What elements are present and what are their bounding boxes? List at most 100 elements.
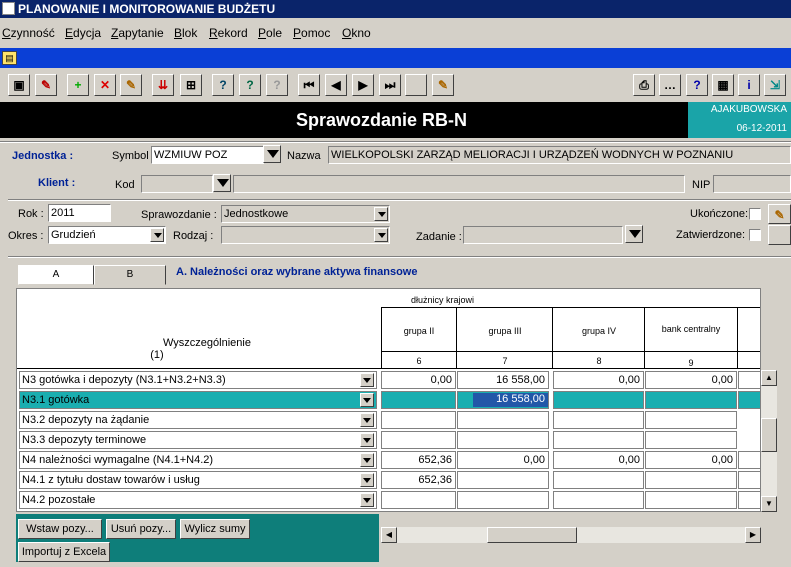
table-cell[interactable]: 0,00 [381, 371, 456, 389]
table-cell[interactable] [738, 371, 760, 389]
row-dropdown[interactable] [360, 493, 374, 507]
table-cell[interactable]: 0,00 [553, 451, 644, 469]
symbol-dropdown[interactable] [263, 145, 281, 163]
row-label[interactable]: N4.2 pozostałe [19, 491, 377, 509]
table-cell[interactable] [457, 431, 549, 449]
info-icon[interactable]: i [738, 74, 760, 96]
notes-icon[interactable]: ✎ [432, 74, 454, 96]
table-cell[interactable] [553, 411, 644, 429]
rok-field[interactable]: 2011 [48, 204, 111, 222]
exit-icon[interactable]: ⇲ [764, 74, 786, 96]
rodzaj-dropdown[interactable] [374, 228, 388, 242]
add-icon[interactable]: + [67, 74, 89, 96]
menu-okno[interactable]: Okno [342, 26, 371, 40]
table-cell[interactable]: 652,36 [381, 471, 456, 489]
menu-blok[interactable]: Blok [174, 26, 197, 40]
table-cell[interactable] [381, 491, 456, 509]
menu-rekord[interactable]: Rekord [209, 26, 248, 40]
help-icon[interactable]: ? [686, 74, 708, 96]
table-cell[interactable] [553, 391, 644, 409]
wylicz-sumy-button[interactable]: Wylicz sumy [180, 519, 250, 539]
row-label[interactable]: N3.1 gotówka [19, 391, 377, 409]
table-cell[interactable] [381, 391, 456, 409]
table-cell[interactable] [457, 411, 549, 429]
okres-dropdown[interactable] [150, 228, 164, 242]
notes-icon[interactable]: ✎ [768, 204, 791, 224]
tab-b[interactable]: B [94, 265, 166, 285]
blank-icon[interactable] [405, 74, 427, 96]
insert-row-icon[interactable]: ⇊ [152, 74, 174, 96]
last-record-icon[interactable]: ⏭ [379, 74, 401, 96]
table-cell[interactable]: 16 558,00 [457, 371, 549, 389]
table-cell[interactable] [645, 471, 737, 489]
table-cell[interactable] [645, 431, 737, 449]
sprawozdanie-dropdown[interactable] [374, 207, 388, 221]
menu-pole[interactable]: Pole [258, 26, 282, 40]
table-cell[interactable]: 0,00 [553, 371, 644, 389]
row-label[interactable]: N4 należności wymagalne (N4.1+N4.2) [19, 451, 377, 469]
table-cell[interactable] [553, 471, 644, 489]
table-cell[interactable] [457, 471, 549, 489]
row-label[interactable]: N4.1 z tytułu dostaw towarów i usług [19, 471, 377, 489]
prev-record-icon[interactable]: ◀ [325, 74, 347, 96]
calculator-icon[interactable]: ▦ [712, 74, 734, 96]
table-cell[interactable] [553, 431, 644, 449]
menu-edycja[interactable]: Edycja [65, 26, 101, 40]
sprawozdanie-field[interactable]: Jednostkowe [221, 205, 390, 223]
scroll-up-icon[interactable]: ▲ [761, 370, 777, 386]
table-cell[interactable] [738, 491, 760, 509]
scroll-thumb[interactable] [761, 418, 777, 452]
duplicate-icon[interactable]: ⊞ [180, 74, 202, 96]
zatwierdzone-checkbox[interactable] [749, 229, 761, 241]
print-icon[interactable]: ⎙ [633, 74, 655, 96]
table-cell[interactable] [645, 491, 737, 509]
horizontal-scrollbar[interactable]: ◀ ▶ [381, 527, 761, 543]
table-cell[interactable]: 0,00 [457, 451, 549, 469]
symbol-field[interactable]: WZMIUW POZ [151, 146, 264, 164]
row-dropdown[interactable] [360, 453, 374, 467]
rodzaj-field[interactable] [221, 226, 390, 244]
table-cell[interactable] [738, 391, 760, 409]
kod-dropdown[interactable] [213, 174, 231, 192]
klient-name-field[interactable] [233, 175, 685, 193]
blank-button[interactable] [768, 225, 791, 245]
table-cell[interactable]: 16 558,00 [473, 393, 548, 407]
okres-field[interactable]: Grudzień [48, 226, 166, 244]
first-record-icon[interactable]: ⏮ [298, 74, 320, 96]
clear-icon[interactable]: ✎ [120, 74, 142, 96]
row-dropdown[interactable] [360, 393, 374, 407]
table-cell[interactable] [381, 411, 456, 429]
table-cell[interactable] [738, 471, 760, 489]
zadanie-field[interactable] [463, 226, 623, 244]
next-record-icon[interactable]: ▶ [352, 74, 374, 96]
table-cell[interactable] [645, 391, 737, 409]
search-icon[interactable]: ? [239, 74, 261, 96]
row-label[interactable]: N3.2 depozyty na żądanie [19, 411, 377, 429]
usun-pozycje-button[interactable]: Usuń pozy... [106, 519, 176, 539]
row-label[interactable]: N3 gotówka i depozyty (N3.1+N3.2+N3.3) [19, 371, 377, 389]
refresh-icon[interactable]: ? [266, 74, 288, 96]
ukonczone-checkbox[interactable] [749, 208, 761, 220]
importuj-z-excela-button[interactable]: Importuj z Excela [18, 542, 110, 562]
dots-icon[interactable]: … [659, 74, 681, 96]
table-cell[interactable] [645, 411, 737, 429]
wstaw-pozycje-button[interactable]: Wstaw pozy... [18, 519, 102, 539]
nazwa-field[interactable]: WIELKOPOLSKI ZARZĄD MELIORACJI I URZĄDZE… [328, 146, 791, 164]
menu-pomoc[interactable]: Pomoc [293, 26, 330, 40]
table-cell[interactable] [738, 451, 760, 469]
delete-icon[interactable]: ✕ [94, 74, 116, 96]
query-icon[interactable]: ? [212, 74, 234, 96]
scroll-down-icon[interactable]: ▼ [761, 496, 777, 512]
row-dropdown[interactable] [360, 373, 374, 387]
row-dropdown[interactable] [360, 433, 374, 447]
tab-a[interactable]: A [18, 265, 94, 285]
nip-field[interactable] [713, 175, 791, 193]
scroll-right-icon[interactable]: ▶ [745, 527, 761, 543]
edit-icon[interactable]: ✎ [35, 74, 57, 96]
menu-czynnosc[interactable]: Czynność [2, 26, 55, 40]
row-dropdown[interactable] [360, 413, 374, 427]
zadanie-dropdown[interactable] [625, 225, 643, 243]
table-cell[interactable]: 652,36 [381, 451, 456, 469]
scroll-thumb[interactable] [487, 527, 577, 543]
kod-field[interactable] [141, 175, 213, 193]
